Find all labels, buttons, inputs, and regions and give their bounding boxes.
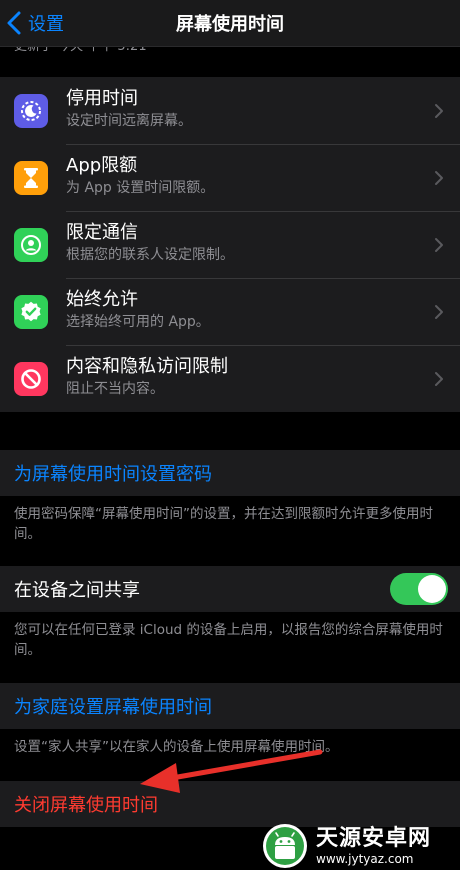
row-title: 始终允许 [66,289,138,310]
turn-off-screen-time-button[interactable]: 关闭屏幕使用时间 [0,781,460,827]
chevron-right-icon [435,104,443,118]
checkmark-badge-icon [14,295,48,329]
family-footnote: 设置“家人共享”以在家人的设备上使用屏幕使用时间。 [14,739,339,755]
row-subtitle: 阻止不当内容。 [66,381,164,397]
row-content-privacy[interactable]: 内容和隐私访问限制 阻止不当内容。 [0,345,460,412]
chevron-right-icon [435,372,443,386]
updated-timestamp: 更新于 今天 下午 5:21 [14,46,147,54]
page-title: 屏幕使用时间 [176,14,284,35]
toggle-knob [418,575,446,603]
share-footnote: 您可以在任何已登录 iCloud 的设备上启用，以报告您的综合屏幕使用时间。 [14,622,443,658]
row-title: App限额 [66,155,138,176]
turn-off-screen-time-label: 关闭屏幕使用时间 [14,795,158,816]
watermark-url: www.jytyaz.com [316,852,414,866]
chevron-right-icon [435,238,443,252]
watermark-name: 天源安卓网 [316,826,432,851]
screen-time-settings: 设置 屏幕使用时间 更新于 今天 下午 5:21 停用时间 设定时间远离屏幕。 [0,0,460,870]
no-entry-icon [14,362,48,396]
row-title: 内容和隐私访问限制 [66,356,228,377]
watermark: 天源安卓网 www.jytyaz.com [262,822,460,870]
row-subtitle: 选择始终可用的 App。 [66,314,210,330]
row-title: 限定通信 [66,222,138,243]
passcode-footnote: 使用密码保障“屏幕使用时间”的设置，并在达到限额时允许更多使用时间。 [14,506,433,542]
row-subtitle: 设定时间远离屏幕。 [66,113,192,129]
share-across-devices-label: 在设备之间共享 [14,580,140,601]
feature-list: 停用时间 设定时间远离屏幕。 App限额 为 App 设置时间限额。 限定通信 … [0,77,460,412]
setup-family-button[interactable]: 为家庭设置屏幕使用时间 [0,683,460,729]
row-always-allowed[interactable]: 始终允许 选择始终可用的 App。 [0,278,460,345]
share-across-devices-row: 在设备之间共享 [0,566,460,612]
set-passcode-button[interactable]: 为屏幕使用时间设置密码 [0,450,460,496]
row-subtitle: 为 App 设置时间限额。 [66,180,215,196]
row-communication-limits[interactable]: 限定通信 根据您的联系人设定限制。 [0,211,460,278]
hourglass-icon [14,161,48,195]
set-passcode-label: 为屏幕使用时间设置密码 [14,464,212,485]
share-across-devices-toggle[interactable] [390,573,448,605]
setup-family-label: 为家庭设置屏幕使用时间 [14,697,212,718]
person-circle-icon [14,228,48,262]
row-downtime[interactable]: 停用时间 设定时间远离屏幕。 [0,77,460,144]
chevron-right-icon [435,305,443,319]
row-title: 停用时间 [66,88,138,109]
row-subtitle: 根据您的联系人设定限制。 [66,247,234,263]
chevron-right-icon [435,171,443,185]
android-logo-icon [263,824,307,868]
row-app-limits[interactable]: App限额 为 App 设置时间限额。 [0,144,460,211]
navigation-bar: 设置 屏幕使用时间 [0,0,460,47]
hourglass-moon-icon [14,94,48,128]
